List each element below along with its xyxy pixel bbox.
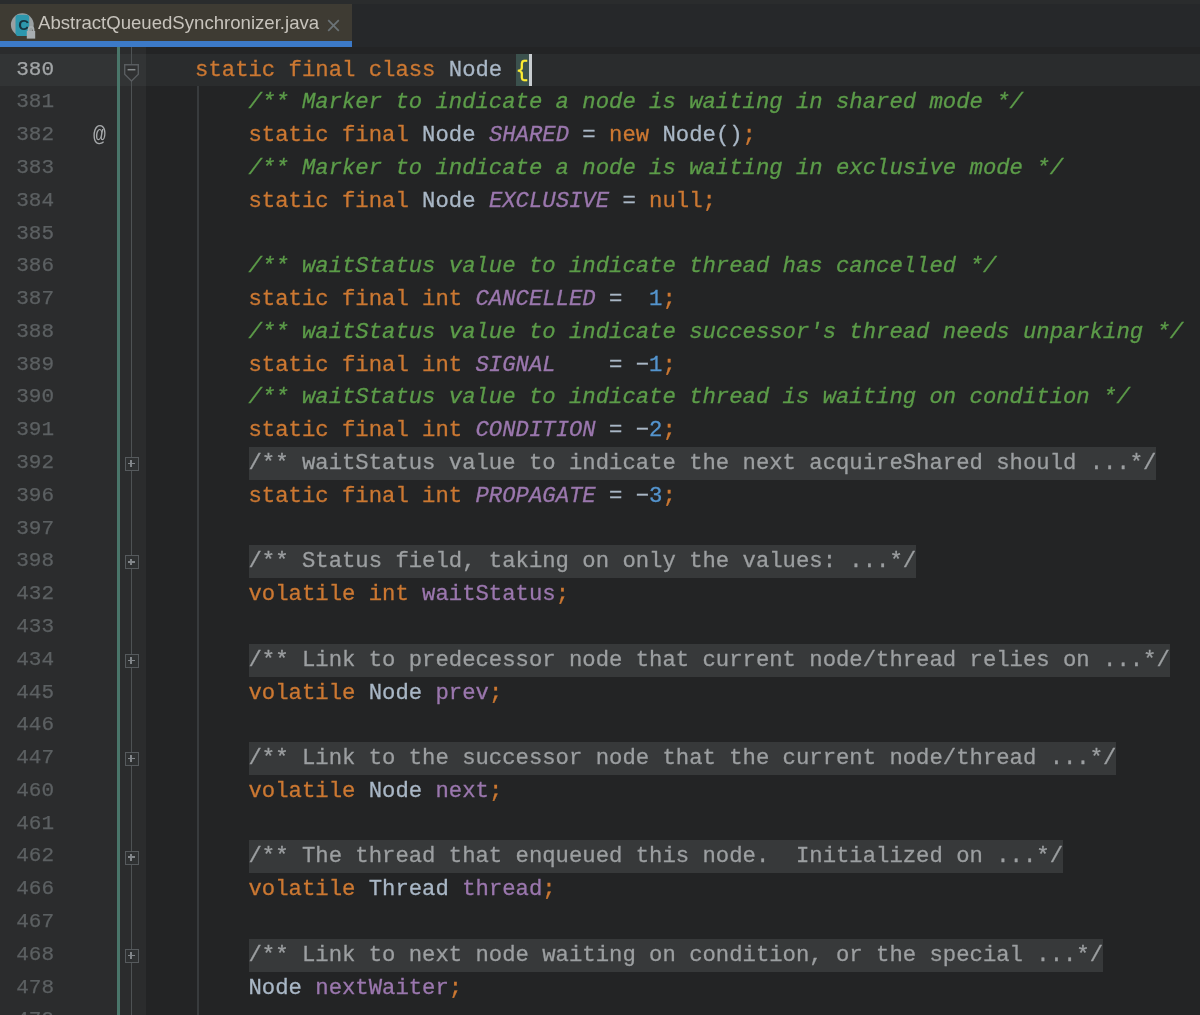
svg-text:C: C bbox=[18, 16, 29, 33]
